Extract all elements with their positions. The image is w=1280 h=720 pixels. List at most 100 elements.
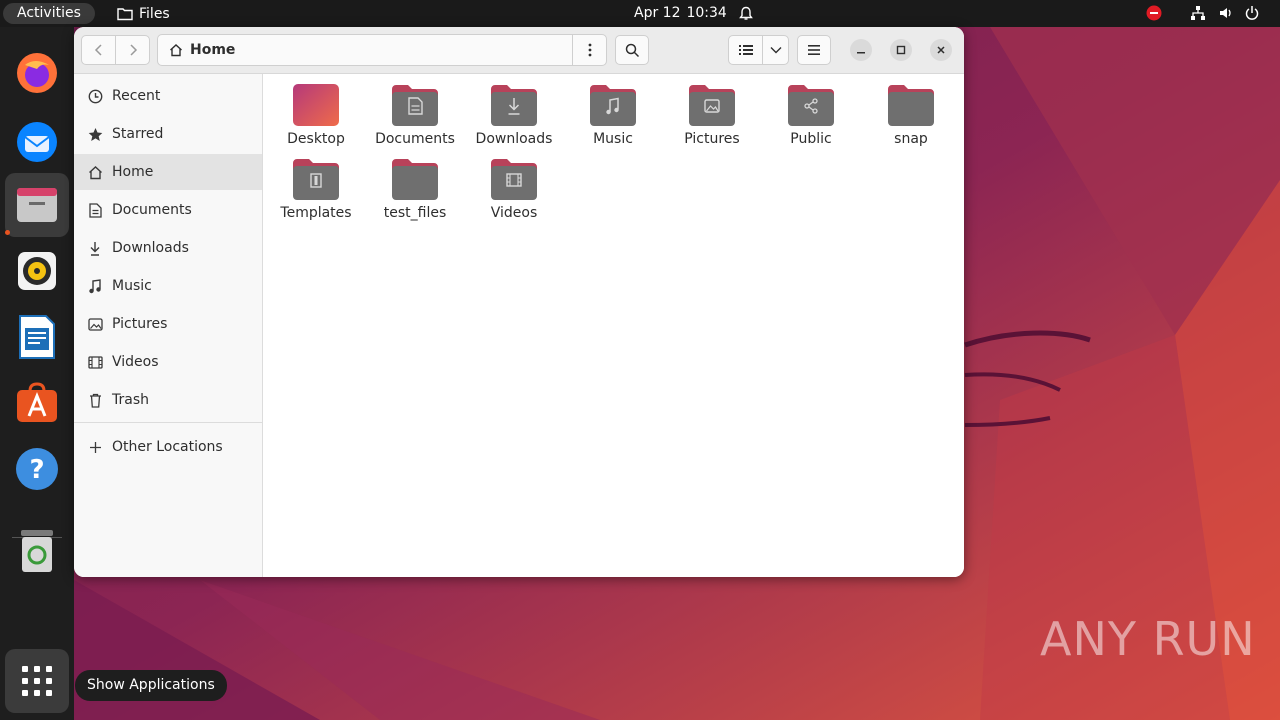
file-item[interactable]: Downloads <box>469 76 559 147</box>
app-menu[interactable]: Files <box>117 0 170 27</box>
hamburger-menu-icon <box>808 45 820 55</box>
thunderbird-icon <box>17 122 57 162</box>
close-button[interactable] <box>930 39 952 61</box>
clock-date: Apr 12 <box>634 5 681 21</box>
document-icon <box>87 202 103 218</box>
path-home[interactable]: Home <box>190 35 235 65</box>
clock[interactable]: Apr 12 10:34 <box>634 0 753 27</box>
sidebar-item-other-locations[interactable]: Other Locations <box>74 429 262 465</box>
trash-icon <box>87 392 103 408</box>
watermark-logo: ANY RUN <box>1040 612 1256 666</box>
grid-icon <box>22 666 52 696</box>
file-name: Templates <box>280 205 352 221</box>
sidebar-item-label: Recent <box>112 88 161 104</box>
sidebar-item-label: Other Locations <box>112 439 223 455</box>
network-icon[interactable] <box>1190 5 1206 21</box>
chevron-down-icon <box>770 47 781 54</box>
help-icon: ? <box>16 448 58 490</box>
file-item[interactable]: Public <box>766 76 856 147</box>
rhythmbox-icon <box>18 252 56 290</box>
dock: ? <box>0 27 74 720</box>
sidebar-item-label: Music <box>112 278 152 294</box>
public-folder-icon <box>788 85 834 126</box>
sidebar-item-documents[interactable]: Documents <box>74 192 262 228</box>
activities-button[interactable]: Activities <box>3 3 95 24</box>
maximize-button[interactable] <box>890 39 912 61</box>
sidebar-item-starred[interactable]: Starred <box>74 116 262 152</box>
file-name: Downloads <box>475 131 553 147</box>
downloads-folder-icon <box>491 85 537 126</box>
svg-text:?: ? <box>29 455 44 485</box>
volume-icon[interactable] <box>1218 5 1234 21</box>
desktop-folder-icon <box>293 84 339 126</box>
writer-icon <box>19 315 55 359</box>
files-window: Home Recent Starred Home Documents Downl… <box>74 27 964 577</box>
maximize-icon <box>896 45 906 55</box>
writer-launcher[interactable] <box>5 305 69 369</box>
file-item[interactable]: snap <box>866 76 956 147</box>
sidebar-item-label: Home <box>112 164 154 180</box>
sidebar-item-label: Trash <box>112 392 149 408</box>
chevron-right-icon <box>129 44 137 56</box>
path-bar[interactable]: Home <box>157 34 607 66</box>
sidebar-separator <box>74 422 262 423</box>
show-applications-button[interactable] <box>5 649 69 713</box>
path-menu-button[interactable] <box>572 35 607 65</box>
help-launcher[interactable]: ? <box>5 437 69 501</box>
file-item[interactable]: Pictures <box>667 76 757 147</box>
sidebar: Recent Starred Home Documents Downloads … <box>74 74 263 577</box>
firefox-launcher[interactable] <box>5 41 69 105</box>
sidebar-item-label: Starred <box>112 126 164 142</box>
folder-icon <box>392 159 438 200</box>
top-bar: Activities Files Apr 12 10:34 <box>0 0 1280 27</box>
back-button[interactable] <box>81 35 116 65</box>
minimize-icon <box>857 52 865 54</box>
star-icon <box>87 126 103 142</box>
sidebar-item-label: Pictures <box>112 316 168 332</box>
clock-icon <box>87 88 103 104</box>
sidebar-item-recent[interactable]: Recent <box>74 78 262 114</box>
file-item[interactable]: Desktop <box>271 76 361 147</box>
search-button[interactable] <box>615 35 649 65</box>
search-icon <box>625 43 639 57</box>
show-applications-tooltip: Show Applications <box>75 670 227 701</box>
forward-button[interactable] <box>115 35 150 65</box>
music-folder-icon <box>590 85 636 126</box>
home-icon <box>87 164 103 180</box>
sidebar-item-pictures[interactable]: Pictures <box>74 306 262 342</box>
file-item[interactable]: Templates <box>271 150 361 221</box>
file-item[interactable]: test_files <box>370 150 460 221</box>
video-icon <box>87 354 103 370</box>
sidebar-item-home[interactable]: Home <box>74 154 262 190</box>
sidebar-item-music[interactable]: Music <box>74 268 262 304</box>
templates-folder-icon <box>293 159 339 200</box>
file-item[interactable]: Music <box>568 76 658 147</box>
plus-icon <box>87 439 103 455</box>
app-center-launcher[interactable] <box>5 371 69 435</box>
sidebar-item-label: Documents <box>112 202 192 218</box>
folder-icon <box>888 85 934 126</box>
file-item[interactable]: Videos <box>469 150 559 221</box>
download-icon <box>87 240 103 256</box>
rhythmbox-launcher[interactable] <box>5 239 69 303</box>
app-center-icon <box>17 382 57 422</box>
trash-launcher[interactable] <box>5 519 69 583</box>
file-item[interactable]: Documents <box>370 76 460 147</box>
sidebar-item-downloads[interactable]: Downloads <box>74 230 262 266</box>
thunderbird-launcher[interactable] <box>5 108 69 172</box>
sidebar-item-videos[interactable]: Videos <box>74 344 262 380</box>
trash-icon <box>21 530 53 572</box>
folder-icon <box>117 7 133 20</box>
pictures-folder-icon <box>689 85 735 126</box>
main-menu-button[interactable] <box>797 35 831 65</box>
files-launcher[interactable] <box>5 173 69 237</box>
view-list-button[interactable] <box>728 35 763 65</box>
sidebar-item-trash[interactable]: Trash <box>74 382 262 418</box>
file-name: Documents <box>375 131 455 147</box>
minimize-button[interactable] <box>850 39 872 61</box>
power-icon[interactable] <box>1244 5 1260 21</box>
do-not-disturb-icon[interactable] <box>1146 5 1162 21</box>
chevron-left-icon <box>94 44 102 56</box>
view-options-button[interactable] <box>762 35 789 65</box>
picture-icon <box>87 316 103 332</box>
